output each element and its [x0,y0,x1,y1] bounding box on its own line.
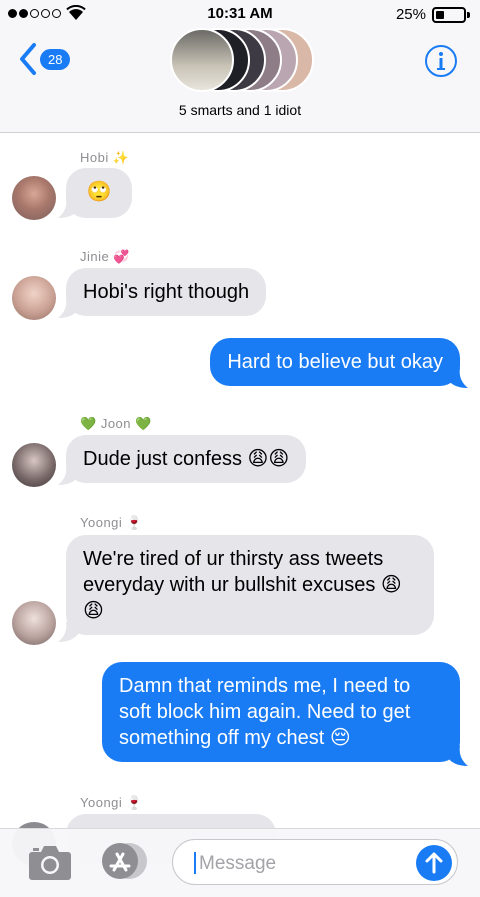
avatar[interactable] [12,443,56,487]
message-bubble[interactable]: Damn that reminds me, I need to soft blo… [102,662,460,762]
message-placeholder: Message [199,853,277,874]
sender-name: Yoongi 🍷 [80,795,144,810]
battery-icon [432,7,470,23]
send-button[interactable] [416,845,452,881]
back-chevron-icon [20,43,36,75]
sender-name: Yoongi 🍷 [80,515,144,530]
sender-name: Hobi ✨ [80,150,130,165]
message-bubble[interactable]: 🙄 [66,168,132,218]
group-name[interactable]: 5 smarts and 1 idiot [0,102,480,118]
send-arrow-icon [425,852,443,874]
camera-icon[interactable] [28,843,72,881]
avatar[interactable] [12,601,56,645]
battery-percentage: 25% [395,6,426,23]
message-input[interactable]: Message [172,839,458,885]
sender-name: Jinie 💞 [80,249,131,264]
text-cursor [194,852,196,874]
back-button[interactable]: 28 [18,42,71,76]
conversation-header: 28 5 smarts and 1 idiot [0,28,480,133]
sender-name: 💚 Joon 💚 [80,416,152,431]
message-bubble[interactable]: We're tired of ur thirsty ass tweets eve… [66,535,434,635]
unread-count-badge: 28 [40,48,71,70]
info-icon[interactable] [424,44,458,78]
avatar [170,28,234,92]
avatar[interactable] [12,176,56,220]
message-bubble[interactable]: Hard to believe but okay [210,338,460,386]
avatar[interactable] [12,276,56,320]
group-avatar-stack[interactable] [170,28,315,94]
message-bubble[interactable]: Dude just confess 😩😩 [66,435,307,483]
status-bar: 10:31 AM 25% [0,0,480,28]
app-store-icon[interactable] [100,842,148,880]
message-input-bar: Message [0,828,480,897]
message-bubble[interactable]: Hobi's right though [66,268,267,316]
